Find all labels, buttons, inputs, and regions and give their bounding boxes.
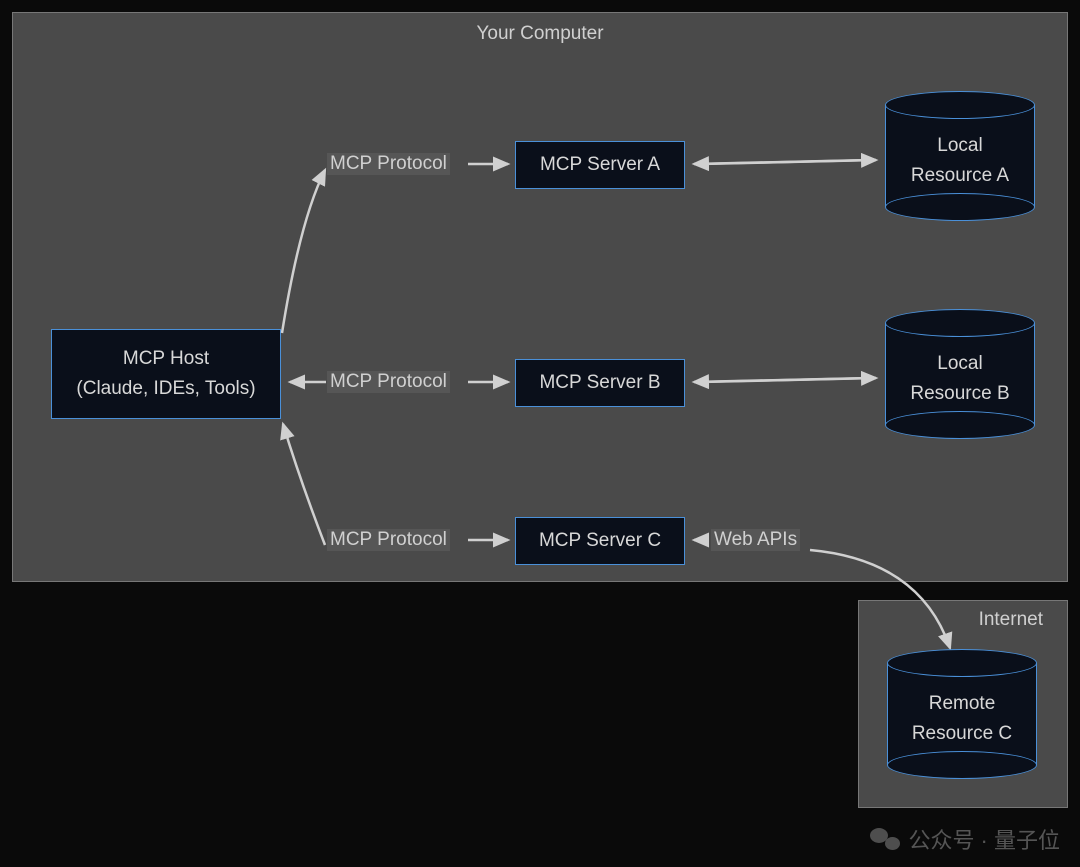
local-resource-b-cylinder: Local Resource B (885, 309, 1035, 439)
watermark-text: 公众号 · 量子位 (908, 823, 1060, 855)
your-computer-container: Your Computer MCP Host (Claude, IDEs, To… (12, 12, 1068, 582)
mcp-host-box: MCP Host (Claude, IDEs, Tools) (51, 329, 281, 419)
resource-b-line1: Local (885, 349, 1035, 379)
mcp-server-b-box: MCP Server B (515, 359, 685, 407)
remote-resource-c-cylinder: Remote Resource C (887, 649, 1037, 779)
resource-c-line1: Remote (887, 689, 1037, 719)
edge-label-protocol-a: MCP Protocol (327, 153, 450, 175)
resource-a-line2: Resource A (885, 161, 1035, 191)
host-line2: (Claude, IDEs, Tools) (76, 374, 255, 404)
resource-a-line1: Local (885, 131, 1035, 161)
edge-label-protocol-c: MCP Protocol (327, 529, 450, 551)
resource-b-line2: Resource B (885, 379, 1035, 409)
resource-c-line2: Resource C (887, 719, 1037, 749)
wechat-icon (870, 826, 900, 852)
internet-container: Internet Remote Resource C (858, 600, 1068, 808)
mcp-server-c-box: MCP Server C (515, 517, 685, 565)
edge-label-protocol-b: MCP Protocol (327, 371, 450, 393)
watermark: 公众号 · 量子位 (870, 823, 1060, 855)
edge-label-webapis: Web APIs (711, 529, 800, 551)
local-resource-a-cylinder: Local Resource A (885, 91, 1035, 221)
container-title: Your Computer (476, 23, 603, 45)
internet-title: Internet (979, 609, 1043, 631)
host-line1: MCP Host (123, 344, 209, 374)
mcp-server-a-box: MCP Server A (515, 141, 685, 189)
